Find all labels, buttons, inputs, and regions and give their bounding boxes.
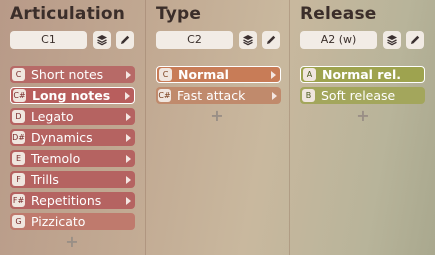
key-badge: C#	[158, 89, 171, 102]
chevron-right-icon	[126, 112, 131, 121]
pencil-icon	[267, 35, 276, 44]
item-label: Short notes	[31, 67, 104, 82]
articulation-item-dynamics[interactable]: D# Dynamics	[10, 129, 135, 146]
type-item-normal[interactable]: C Normal	[156, 66, 281, 83]
chevron-right-icon	[272, 91, 277, 100]
column-title-type: Type	[156, 4, 202, 24]
pencil-icon	[121, 35, 130, 44]
key-badge: F	[12, 173, 25, 186]
chevron-right-icon	[126, 154, 131, 163]
item-label: Fast attack	[177, 88, 246, 103]
type-column: Type C2 C Normal C# Fast attack +	[146, 0, 289, 255]
chevron-right-icon	[125, 91, 130, 100]
item-label: Long notes	[32, 88, 111, 103]
release-item-normal-rel[interactable]: A Normal rel.	[300, 66, 425, 83]
edit-button[interactable]	[116, 31, 134, 49]
chevron-right-icon	[126, 175, 131, 184]
key-badge: G	[12, 215, 25, 228]
chevron-right-icon	[271, 70, 276, 79]
item-label: Dynamics	[31, 130, 93, 145]
key-badge: F#	[12, 194, 25, 207]
layers-icon	[243, 35, 253, 46]
articulation-item-legato[interactable]: D Legato	[10, 108, 135, 125]
layers-icon	[97, 35, 107, 46]
release-key-field[interactable]: A2 (w)	[300, 31, 377, 49]
key-badge: D	[12, 110, 25, 123]
add-articulation-button[interactable]: +	[65, 232, 79, 251]
layers-button[interactable]	[93, 31, 111, 49]
articulation-item-short-notes[interactable]: C Short notes	[10, 66, 135, 83]
key-badge: C	[12, 68, 25, 81]
articulation-item-tremolo[interactable]: E Tremolo	[10, 150, 135, 167]
articulation-item-long-notes[interactable]: C# Long notes	[10, 87, 135, 104]
release-column: Release A2 (w) A Normal rel. B Soft rele…	[290, 0, 435, 255]
key-badge: C#	[13, 89, 26, 102]
edit-button[interactable]	[262, 31, 280, 49]
item-label: Pizzicato	[31, 214, 86, 229]
add-type-button[interactable]: +	[210, 106, 224, 125]
articulation-key-field[interactable]: C1	[10, 31, 87, 49]
item-label: Trills	[31, 172, 59, 187]
articulation-column: Articulation C1 C Short notes C# Long no…	[0, 0, 145, 255]
key-badge: B	[302, 89, 315, 102]
column-title-articulation: Articulation	[10, 4, 126, 24]
edit-button[interactable]	[406, 31, 424, 49]
key-badge: E	[12, 152, 25, 165]
articulation-item-pizzicato[interactable]: G Pizzicato	[10, 213, 135, 230]
articulation-item-trills[interactable]: F Trills	[10, 171, 135, 188]
articulation-item-repetitions[interactable]: F# Repetitions	[10, 192, 135, 209]
item-label: Repetitions	[31, 193, 102, 208]
add-release-button[interactable]: +	[356, 106, 370, 125]
chevron-right-icon	[126, 133, 131, 142]
layers-button[interactable]	[383, 31, 401, 49]
key-badge: D#	[12, 131, 25, 144]
type-item-fast-attack[interactable]: C# Fast attack	[156, 87, 281, 104]
chevron-right-icon	[126, 196, 131, 205]
item-label: Tremolo	[31, 151, 81, 166]
key-badge: C	[159, 68, 172, 81]
chevron-right-icon	[126, 70, 131, 79]
item-label: Legato	[31, 109, 74, 124]
layers-button[interactable]	[239, 31, 257, 49]
key-badge: A	[303, 68, 316, 81]
item-label: Normal rel.	[322, 67, 401, 82]
item-label: Normal	[178, 67, 229, 82]
release-item-soft-release[interactable]: B Soft release	[300, 87, 425, 104]
type-key-field[interactable]: C2	[156, 31, 233, 49]
item-label: Soft release	[321, 88, 396, 103]
pencil-icon	[411, 35, 420, 44]
layers-icon	[387, 35, 397, 46]
column-title-release: Release	[300, 4, 377, 24]
